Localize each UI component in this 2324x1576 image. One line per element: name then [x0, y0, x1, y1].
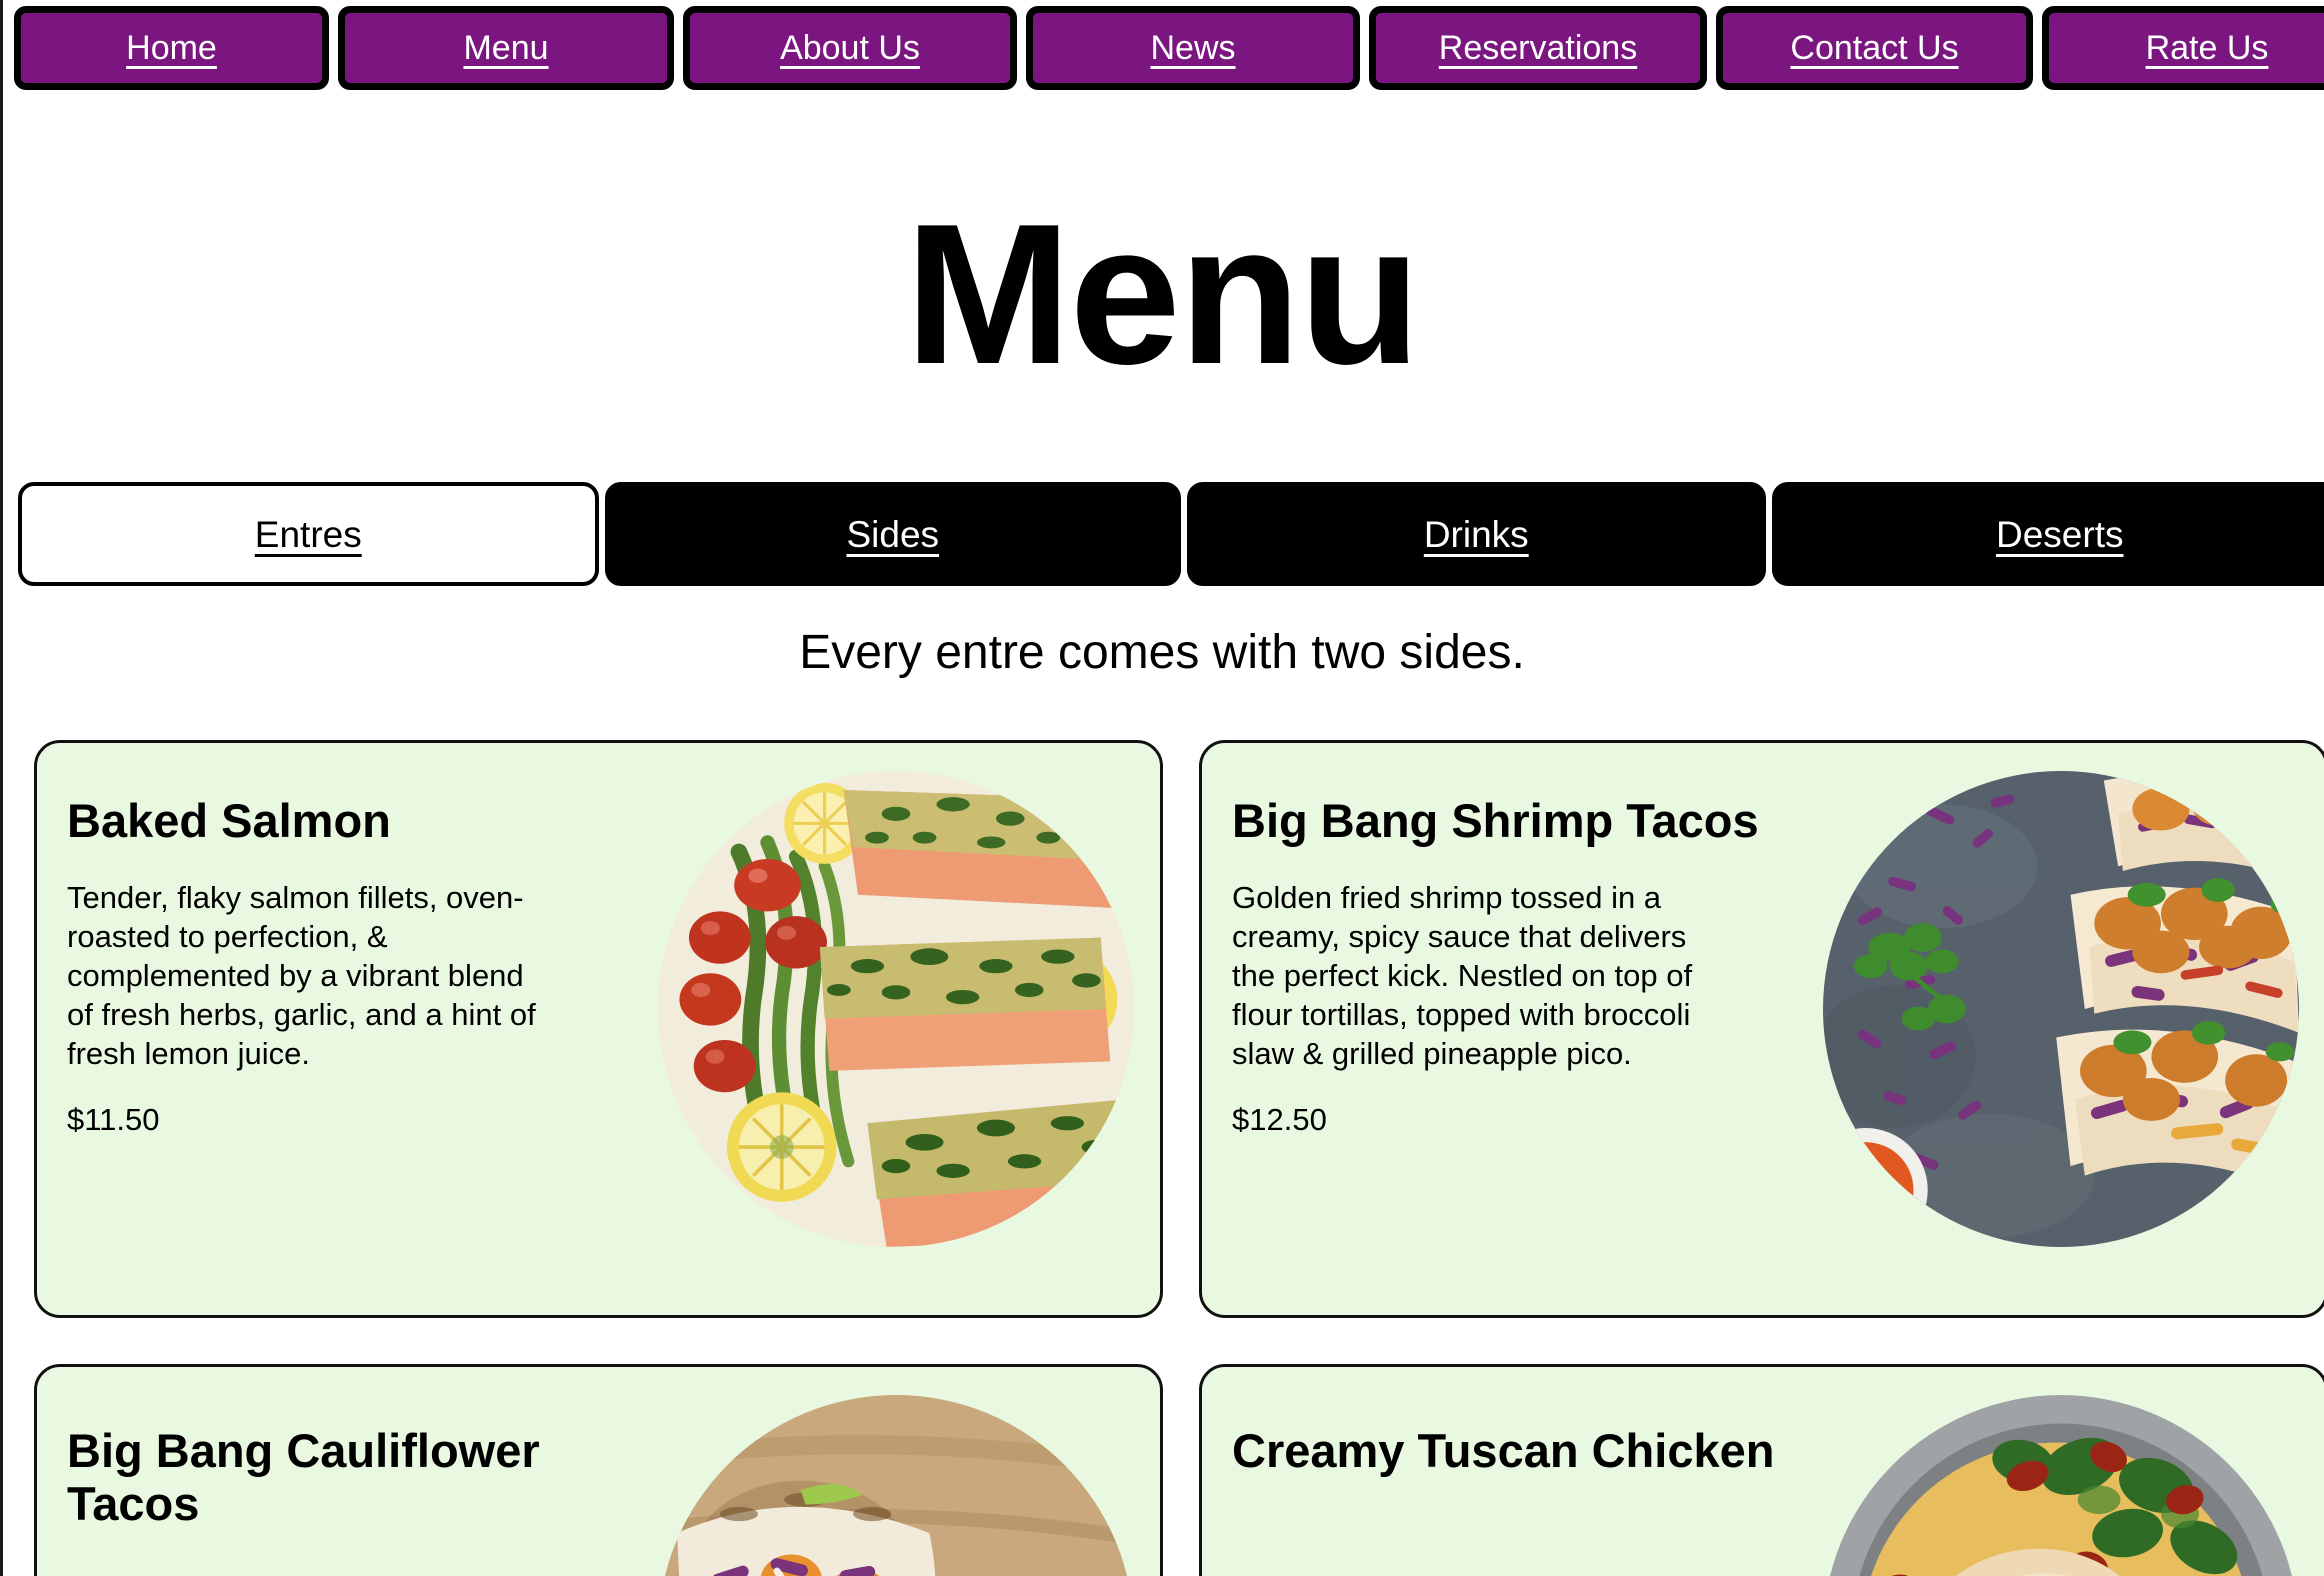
nav-item-news-label: News [1150, 29, 1236, 67]
menu-card-text: Big Bang Cauliflower Tacos [37, 1367, 645, 1560]
cauliflower-tacos-photo [658, 1395, 1134, 1576]
nav-item-home-label: Home [126, 29, 217, 67]
baked-salmon-photo [658, 771, 1134, 1247]
tab-entres[interactable]: Entres [18, 482, 599, 586]
tab-sides[interactable]: Sides [604, 482, 1181, 586]
tab-deserts[interactable]: Deserts [1771, 482, 2324, 586]
menu-item-price: $12.50 [1232, 1101, 1327, 1137]
nav-item-reservations[interactable]: Reservations [1369, 6, 1707, 90]
tab-drinks-label: Drinks [1423, 513, 1529, 555]
menu-card-text: Creamy Tuscan Chicken [1202, 1367, 1810, 1508]
menu-card-creamy-tuscan-chicken[interactable]: Creamy Tuscan Chicken [1199, 1364, 2324, 1576]
menu-item-name: Big Bang Shrimp Tacos [1232, 794, 1759, 847]
menu-category-tabs: Entres Sides Drinks Deserts [18, 482, 2324, 586]
menu-subtitle: Every entre comes with two sides. [799, 626, 1525, 679]
menu-card-big-bang-cauliflower-tacos[interactable]: Big Bang Cauliflower Tacos [34, 1364, 1163, 1576]
nav-item-contact-us[interactable]: Contact Us [1716, 6, 2033, 90]
page-title: Menu [904, 183, 1421, 406]
main-navigation: Home Menu About Us News Reservations Con… [14, 6, 2324, 98]
nav-item-rate-us-label: Rate Us [2145, 29, 2269, 67]
menu-card-big-bang-shrimp-tacos[interactable]: Big Bang Shrimp Tacos Golden fried shrim… [1199, 740, 2324, 1318]
menu-items-grid: Baked Salmon Tender, flaky salmon fillet… [34, 740, 2324, 1576]
nav-item-contact-us-label: Contact Us [1790, 29, 1959, 67]
nav-item-about-us[interactable]: About Us [683, 6, 1017, 90]
nav-item-menu[interactable]: Menu [338, 6, 674, 90]
menu-card-text: Baked Salmon Tender, flaky salmon fillet… [37, 743, 645, 1138]
nav-item-home[interactable]: Home [14, 6, 329, 90]
menu-item-description: Golden fried shrimp tossed in a creamy, … [1232, 879, 1693, 1071]
menu-item-name: Baked Salmon [67, 794, 391, 847]
nav-item-menu-label: Menu [463, 29, 549, 67]
nav-item-reservations-label: Reservations [1438, 29, 1638, 67]
nav-item-rate-us[interactable]: Rate Us [2042, 6, 2324, 90]
nav-item-news[interactable]: News [1026, 6, 1360, 90]
tab-drinks[interactable]: Drinks [1187, 482, 1766, 586]
tab-sides-label: Sides [846, 513, 940, 555]
page-left-border [0, 0, 3, 1576]
menu-card-baked-salmon[interactable]: Baked Salmon Tender, flaky salmon fillet… [34, 740, 1163, 1318]
tuscan-chicken-photo [1823, 1395, 2299, 1576]
menu-item-description: Tender, flaky salmon fillets, oven-roast… [67, 879, 536, 1071]
nav-item-about-us-label: About Us [780, 29, 920, 67]
menu-card-text: Big Bang Shrimp Tacos Golden fried shrim… [1202, 743, 1810, 1138]
tab-entres-label: Entres [254, 513, 362, 555]
menu-item-price: $11.50 [67, 1101, 160, 1137]
shrimp-tacos-photo [1823, 771, 2299, 1247]
tab-deserts-label: Deserts [1996, 513, 2124, 555]
menu-item-name: Creamy Tuscan Chicken [1232, 1424, 1775, 1477]
menu-item-name: Big Bang Cauliflower Tacos [67, 1424, 540, 1530]
